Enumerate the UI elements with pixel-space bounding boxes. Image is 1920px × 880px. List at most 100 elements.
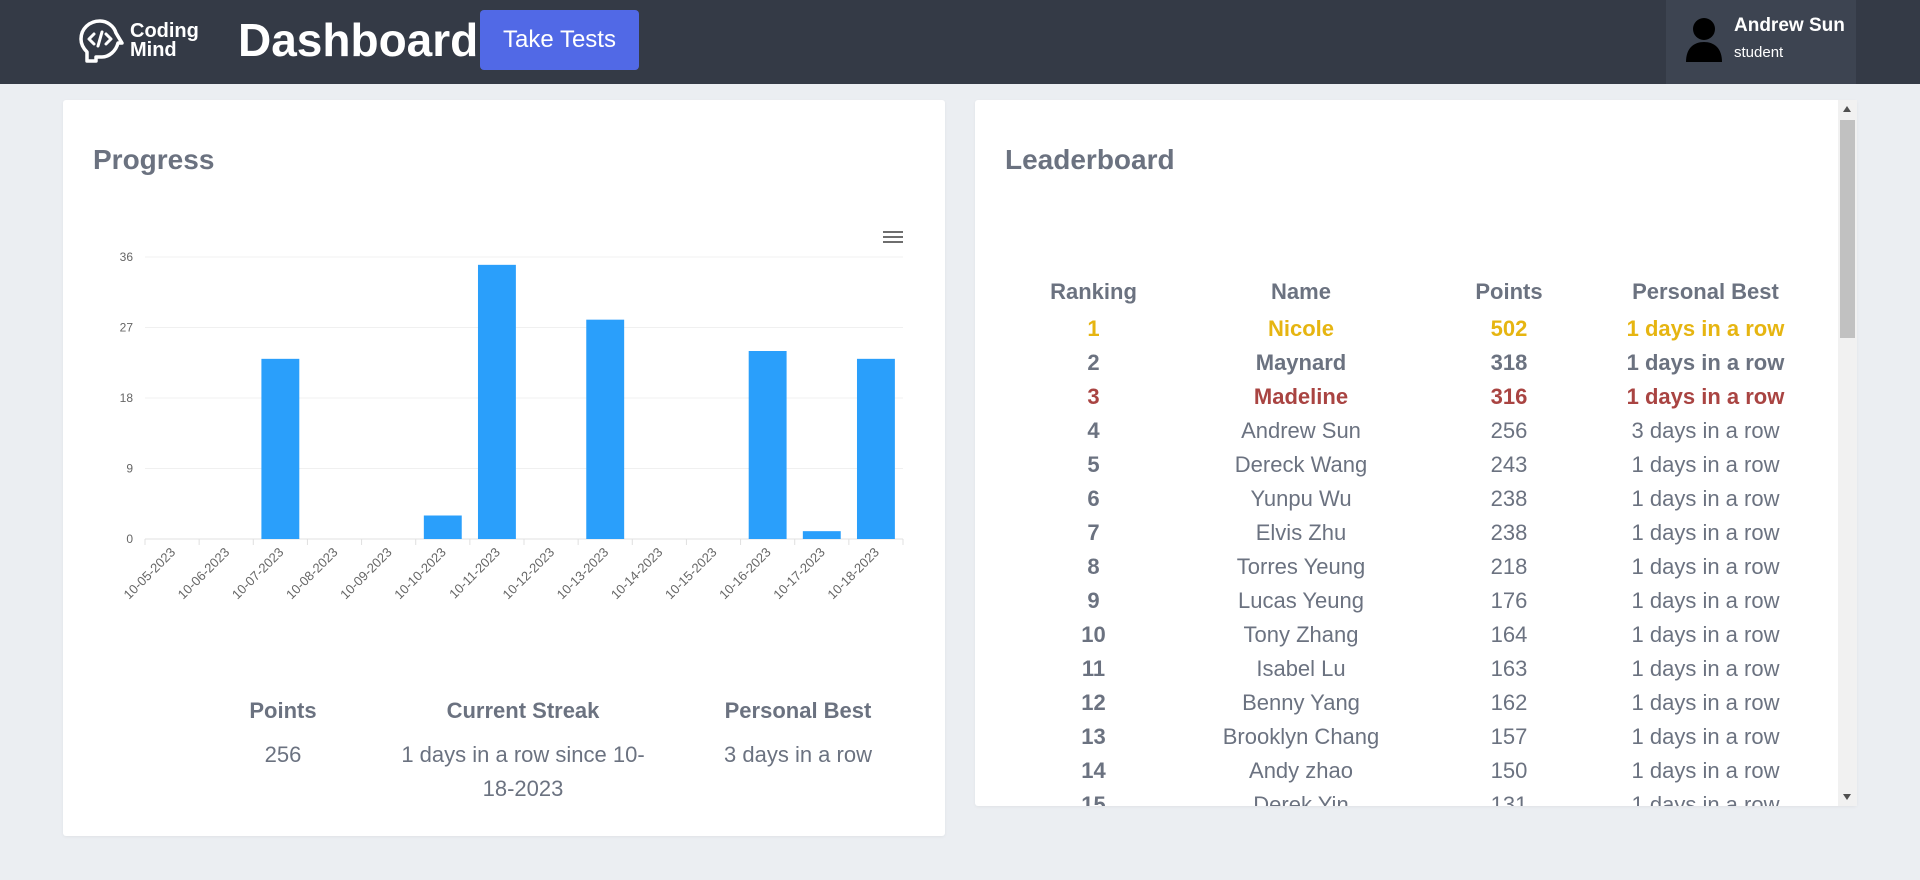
name-cell: Andy zhao [1249, 758, 1353, 783]
leaderboard-header-row: Ranking Name Points Personal Best [1005, 272, 1813, 312]
personal-best-cell: 1 days in a row [1631, 656, 1780, 681]
personal-best-cell: 1 days in a row [1626, 316, 1785, 341]
coding-mind-logo[interactable]: Coding Mind [76, 16, 216, 66]
leaderboard-row: 12 Benny Yang 162 1 days in a row [1005, 686, 1813, 720]
x-tick-label: 10-05-2023 [121, 545, 179, 603]
rank-cell: 6 [1087, 486, 1100, 511]
name-cell: Benny Yang [1242, 690, 1360, 715]
rank-cell: 14 [1081, 758, 1106, 783]
x-tick-label: 10-11-2023 [446, 545, 503, 602]
name-header: Name [1271, 279, 1331, 304]
points-cell: 318 [1490, 350, 1528, 375]
personal-best-cell: 1 days in a row [1631, 724, 1780, 749]
y-tick-label: 27 [120, 321, 134, 335]
leaderboard-row: 14 Andy zhao 150 1 days in a row [1005, 754, 1813, 788]
leaderboard-row: 13 Brooklyn Chang 157 1 days in a row [1005, 720, 1813, 754]
personal-best-label: Personal Best [724, 698, 872, 723]
x-tick-label: 10-07-2023 [229, 545, 287, 603]
personal-best-cell: 1 days in a row [1631, 554, 1780, 579]
points-cell: 256 [1490, 418, 1528, 443]
leaderboard-title: Leaderboard [1005, 144, 1175, 175]
rank-cell: 4 [1087, 418, 1100, 443]
scroll-up-arrow-icon[interactable] [1843, 106, 1851, 112]
current-streak-stat: Current Streak 1 days in a row since 10-… [363, 698, 683, 806]
leaderboard-scrollbar[interactable] [1838, 100, 1857, 806]
bar [748, 351, 787, 539]
x-tick-label: 10-14-2023 [608, 545, 666, 603]
x-tick-label: 10-06-2023 [175, 545, 233, 603]
points-cell: 131 [1490, 792, 1528, 806]
personal-best-cell: 1 days in a row [1631, 622, 1780, 647]
points-cell: 238 [1490, 520, 1528, 545]
top-navbar: Coding Mind Dashboard Take Tests Andrew … [0, 0, 1920, 84]
bar [586, 319, 625, 539]
scroll-down-arrow-icon[interactable] [1843, 794, 1851, 800]
name-cell: Dereck Wang [1234, 452, 1368, 477]
leaderboard-row: 3 Madeline 316 1 days in a row [1005, 380, 1813, 414]
name-cell: Tony Zhang [1243, 622, 1359, 647]
user-name: Andrew Sun [1734, 15, 1845, 36]
leaderboard-table: Ranking Name Points Personal Best 1 Nicol… [1005, 272, 1813, 806]
leaderboard-row: 2 Maynard 318 1 days in a row [1005, 346, 1813, 380]
y-tick-label: 9 [126, 462, 133, 476]
points-cell: 502 [1490, 316, 1528, 341]
name-cell: Maynard [1255, 350, 1347, 375]
rank-cell: 7 [1087, 520, 1100, 545]
name-cell: Yunpu Wu [1250, 486, 1352, 511]
user-menu[interactable]: Andrew Sun student [1666, 0, 1856, 84]
points-header: Points [1475, 279, 1543, 304]
personal-best-cell: 1 days in a row [1631, 588, 1780, 613]
points-cell: 176 [1490, 588, 1528, 613]
leaderboard-card[interactable]: Leaderboard Ranking Name Points Personal… [975, 100, 1857, 806]
rank-cell: 13 [1081, 724, 1106, 749]
y-tick-label: 18 [120, 391, 134, 405]
logo-icon [79, 19, 124, 63]
x-tick-label: 10-16-2023 [716, 545, 774, 603]
current-streak-value: 1 days in a row since 10- 18-2023 [363, 738, 683, 806]
personal-best-stat: Personal Best 3 days in a row [673, 698, 923, 772]
name-cell: Madeline [1253, 384, 1349, 409]
bar [423, 515, 462, 539]
bar [261, 358, 300, 539]
rank-cell: 3 [1087, 384, 1100, 409]
personal-best-cell: 1 days in a row [1626, 350, 1785, 375]
name-cell: Isabel Lu [1256, 656, 1346, 681]
scroll-thumb[interactable] [1840, 120, 1855, 338]
leaderboard-row: 11 Isabel Lu 163 1 days in a row [1005, 652, 1813, 686]
personal-best-cell: 1 days in a row [1631, 758, 1780, 783]
rank-cell: 12 [1081, 690, 1106, 715]
x-tick-label: 10-15-2023 [662, 545, 720, 603]
page-title: Dashboard [238, 14, 479, 66]
leaderboard-row: 1 Nicole 502 1 days in a row [1005, 312, 1813, 346]
rank-cell: 5 [1087, 452, 1100, 477]
bar [802, 531, 841, 539]
personal-best-cell: 1 days in a row [1631, 452, 1780, 477]
current-streak-value-line-2: 18-2023 [482, 776, 564, 801]
rank-cell: 8 [1087, 554, 1100, 579]
x-tick-label: 10-13-2023 [554, 545, 612, 603]
points-cell: 150 [1490, 758, 1528, 783]
rank-cell: 1 [1087, 316, 1100, 341]
points-cell: 157 [1490, 724, 1528, 749]
take-tests-button[interactable]: Take Tests [480, 10, 639, 70]
progress-chart: 0918273610-05-202310-06-202310-07-202310… [120, 250, 904, 603]
personal-best-cell: 1 days in a row [1631, 486, 1780, 511]
avatar-icon [1686, 18, 1722, 62]
leaderboard-row: 8 Torres Yeung 218 1 days in a row [1005, 550, 1813, 584]
current-streak-label: Current Streak [446, 698, 600, 723]
name-cell: Derek Yin [1253, 792, 1349, 806]
personal-best-cell: 1 days in a row [1626, 384, 1785, 409]
y-tick-label: 36 [120, 250, 134, 264]
leaderboard-row: 5 Dereck Wang 243 1 days in a row [1005, 448, 1813, 482]
logo-text: Coding Mind [130, 21, 199, 61]
points-cell: 243 [1490, 452, 1528, 477]
bar [856, 358, 895, 539]
logo-line-2: Mind [130, 39, 177, 61]
leaderboard-row: 7 Elvis Zhu 238 1 days in a row [1005, 516, 1813, 550]
points-cell: 218 [1490, 554, 1528, 579]
points-cell: 162 [1490, 690, 1528, 715]
x-tick-label: 10-09-2023 [337, 545, 395, 603]
name-cell: Lucas Yeung [1237, 588, 1365, 613]
user-role: student [1734, 44, 1784, 61]
rank-cell: 9 [1087, 588, 1100, 613]
